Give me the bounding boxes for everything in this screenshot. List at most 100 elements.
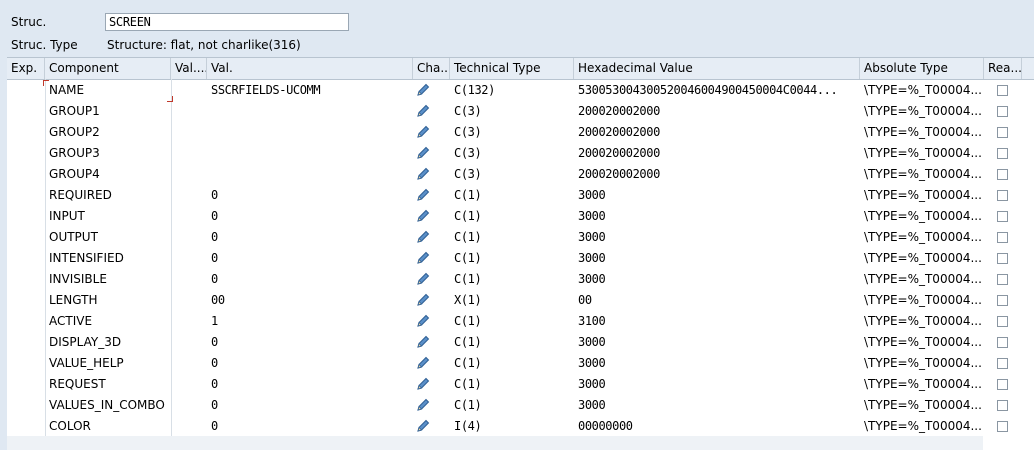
readonly-checkbox[interactable]	[997, 358, 1008, 369]
pencil-icon[interactable]	[415, 397, 431, 413]
pencil-icon[interactable]	[415, 103, 431, 119]
table-row[interactable]: GROUP1 C(3) 200020002000 \TYPE=%_T00004...	[7, 101, 1034, 122]
cell-absolute-type: \TYPE=%_T00004...	[864, 104, 982, 118]
cell-technical-type: C(1)	[454, 209, 482, 223]
pencil-icon[interactable]	[415, 145, 431, 161]
cell-technical-type: C(1)	[454, 314, 482, 328]
readonly-checkbox[interactable]	[997, 232, 1008, 243]
pencil-icon[interactable]	[415, 208, 431, 224]
cell-value[interactable]: SSCRFIELDS-UCOMM	[207, 80, 413, 101]
table-row[interactable]: VALUE_HELP 0 C(1) 3000 \TYPE=%_T00004...	[7, 353, 1034, 374]
table-row[interactable]: ACTIVE 1 C(1) 3100 \TYPE=%_T00004...	[7, 311, 1034, 332]
table-row[interactable]: OUTPUT 0 C(1) 3000 \TYPE=%_T00004...	[7, 227, 1034, 248]
readonly-checkbox[interactable]	[997, 127, 1008, 138]
readonly-checkbox[interactable]	[997, 106, 1008, 117]
cell-hex-value: 3000	[578, 209, 606, 223]
cell-absolute-type: \TYPE=%_T00004...	[864, 419, 982, 433]
cell-hex-value: 200020002000	[578, 146, 660, 160]
readonly-checkbox[interactable]	[997, 169, 1008, 180]
table-row[interactable]: REQUIRED 0 C(1) 3000 \TYPE=%_T00004...	[7, 185, 1034, 206]
cell-hex-value: 200020002000	[578, 104, 660, 118]
col-header-absolute-type[interactable]: Absolute Type	[860, 58, 984, 79]
cell-hex-value: 200020002000	[578, 167, 660, 181]
table-row[interactable]: NAME SSCRFIELDS-UCOMM C(132) 53005300430052…	[7, 80, 1034, 102]
cell-hex-value: 00	[578, 293, 592, 307]
table-row[interactable]: VALUES_IN_COMBO 0 C(1) 3000 \TYPE=%_T00004..…	[7, 395, 1034, 416]
cell-value[interactable]	[207, 122, 413, 143]
pencil-icon[interactable]	[415, 250, 431, 266]
table-row[interactable]: LENGTH 00 X(1) 00 \TYPE=%_T00004...	[7, 290, 1034, 311]
pencil-icon[interactable]	[415, 166, 431, 182]
cell-hex-value: 3100	[578, 314, 606, 328]
pencil-icon[interactable]	[415, 271, 431, 287]
cell-technical-type: C(3)	[454, 146, 482, 160]
cell-value[interactable]: 00	[207, 290, 413, 311]
readonly-checkbox[interactable]	[997, 190, 1008, 201]
table-row[interactable]: REQUEST 0 C(1) 3000 \TYPE=%_T00004...	[7, 374, 1034, 395]
cell-component: REQUEST	[49, 377, 106, 391]
cell-value[interactable]: 0	[207, 206, 413, 227]
col-header-technical-type[interactable]: Technical Type	[450, 58, 574, 79]
readonly-checkbox[interactable]	[997, 253, 1008, 264]
cell-value[interactable]	[207, 143, 413, 164]
cell-value[interactable]	[207, 164, 413, 185]
col-header-exp[interactable]: Exp.	[7, 58, 45, 79]
struct-name-field[interactable]: SCREEN	[105, 13, 349, 31]
col-header-val[interactable]: Val.	[207, 58, 413, 79]
cell-value[interactable]: 0	[207, 185, 413, 206]
table-row[interactable]: DISPLAY_3D 0 C(1) 3000 \TYPE=%_T00004...	[7, 332, 1034, 353]
pencil-icon[interactable]	[415, 376, 431, 392]
cell-value[interactable]	[207, 101, 413, 122]
readonly-checkbox[interactable]	[997, 421, 1008, 432]
struct-type-value: Structure: flat, not charlike(316)	[107, 38, 301, 52]
cell-component: INTENSIFIED	[49, 251, 124, 265]
col-header-change[interactable]: Cha...	[413, 58, 450, 79]
cell-technical-type: C(1)	[454, 398, 482, 412]
table-row[interactable]: GROUP4 C(3) 200020002000 \TYPE=%_T00004...	[7, 164, 1034, 185]
col-header-val-short[interactable]: Val....	[171, 58, 207, 79]
cell-absolute-type: \TYPE=%_T00004...	[864, 377, 982, 391]
cell-value[interactable]: 0	[207, 332, 413, 353]
pencil-icon[interactable]	[415, 313, 431, 329]
table-row[interactable]: INTENSIFIED 0 C(1) 3000 \TYPE=%_T00004...	[7, 248, 1034, 269]
cell-value[interactable]: 0	[207, 374, 413, 395]
readonly-checkbox[interactable]	[997, 211, 1008, 222]
readonly-checkbox[interactable]	[997, 85, 1008, 96]
cell-absolute-type: \TYPE=%_T00004...	[864, 272, 982, 286]
readonly-checkbox[interactable]	[997, 337, 1008, 348]
cell-hex-value: 3000	[578, 335, 606, 349]
pencil-icon[interactable]	[415, 418, 431, 434]
cell-component: REQUIRED	[49, 188, 112, 202]
pencil-icon[interactable]	[415, 82, 431, 98]
pencil-icon[interactable]	[415, 124, 431, 140]
cell-value[interactable]: 0	[207, 269, 413, 290]
col-header-hex-value[interactable]: Hexadecimal Value	[574, 58, 860, 79]
pencil-icon[interactable]	[415, 187, 431, 203]
col-header-component[interactable]: Component	[45, 58, 171, 79]
table-row[interactable]: INVISIBLE 0 C(1) 3000 \TYPE=%_T00004...	[7, 269, 1034, 290]
cell-absolute-type: \TYPE=%_T00004...	[864, 209, 982, 223]
readonly-checkbox[interactable]	[997, 400, 1008, 411]
cell-absolute-type: \TYPE=%_T00004...	[864, 83, 982, 97]
readonly-checkbox[interactable]	[997, 379, 1008, 390]
cell-technical-type: C(1)	[454, 188, 482, 202]
cell-value[interactable]: 1	[207, 311, 413, 332]
readonly-checkbox[interactable]	[997, 274, 1008, 285]
cell-value[interactable]: 0	[207, 395, 413, 416]
pencil-icon[interactable]	[415, 292, 431, 308]
cell-value[interactable]: 0	[207, 248, 413, 269]
table-row[interactable]: GROUP2 C(3) 200020002000 \TYPE=%_T00004...	[7, 122, 1034, 143]
cell-value[interactable]: 0	[207, 353, 413, 374]
table-row[interactable]: GROUP3 C(3) 200020002000 \TYPE=%_T00004...	[7, 143, 1034, 164]
readonly-checkbox[interactable]	[997, 316, 1008, 327]
pencil-icon[interactable]	[415, 355, 431, 371]
readonly-checkbox[interactable]	[997, 295, 1008, 306]
pencil-icon[interactable]	[415, 334, 431, 350]
col-header-readonly[interactable]: Rea...	[984, 58, 1022, 79]
table-row[interactable]: COLOR 0 I(4) 00000000 \TYPE=%_T00004...	[7, 416, 1034, 437]
cell-value[interactable]: 0	[207, 416, 413, 437]
cell-value[interactable]: 0	[207, 227, 413, 248]
table-row[interactable]: INPUT 0 C(1) 3000 \TYPE=%_T00004...	[7, 206, 1034, 227]
pencil-icon[interactable]	[415, 229, 431, 245]
readonly-checkbox[interactable]	[997, 148, 1008, 159]
